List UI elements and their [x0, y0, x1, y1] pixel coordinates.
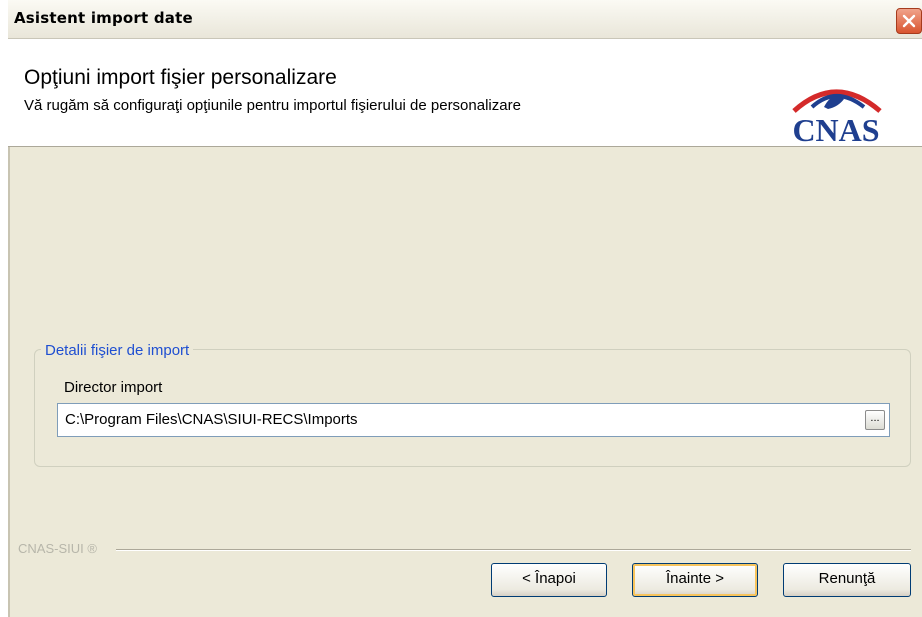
back-button[interactable]: < Înapoi: [491, 563, 607, 597]
close-icon: [902, 14, 916, 28]
window-title: Asistent import date: [14, 9, 193, 27]
next-button[interactable]: Înainte >: [632, 563, 758, 597]
footer-divider: [116, 549, 911, 551]
directory-label: Director import: [64, 379, 163, 396]
page-title: Opţiuni import fişier personalizare: [24, 66, 337, 89]
wizard-header: Opţiuni import fişier personalizare Vă r…: [8, 39, 922, 148]
title-bar[interactable]: Asistent import date: [8, 0, 922, 39]
page-subtitle: Vă rugăm să configuraţi opţiunile pentru…: [24, 97, 521, 114]
import-wizard-window: Asistent import date Opţiuni import fişi…: [8, 0, 922, 617]
group-label: Detalii fişier de import: [41, 342, 194, 359]
cancel-button[interactable]: Renunţă: [783, 563, 911, 597]
cnas-logo: CNAS: [792, 89, 882, 148]
browse-button[interactable]: ...: [865, 410, 885, 430]
close-button[interactable]: [896, 8, 922, 34]
directory-input[interactable]: C:\Program Files\CNAS\SIUI-RECS\Imports …: [57, 403, 890, 437]
footer-brand: CNAS-SIUI ®: [18, 541, 103, 556]
logo-text: CNAS: [792, 112, 879, 148]
directory-value: C:\Program Files\CNAS\SIUI-RECS\Imports: [65, 411, 358, 428]
